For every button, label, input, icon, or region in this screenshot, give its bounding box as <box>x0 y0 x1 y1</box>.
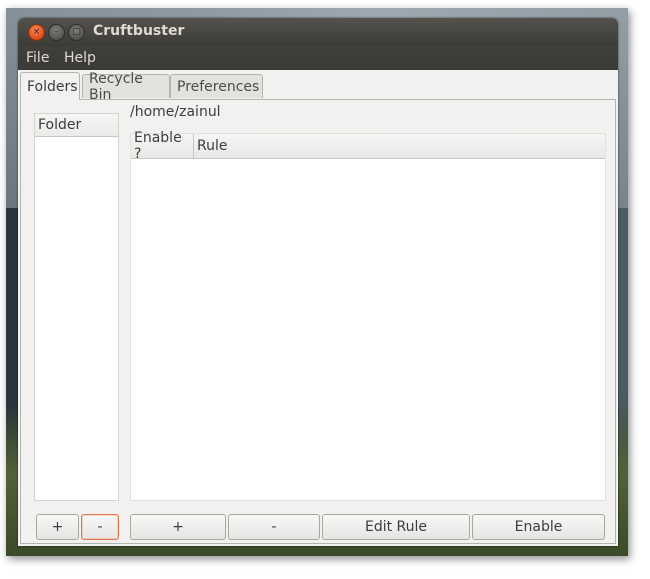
menu-file[interactable]: File <box>26 50 49 66</box>
rules-table[interactable]: Enable ? Rule <box>130 130 606 501</box>
enable-rule-button[interactable]: Enable <box>472 514 605 540</box>
rules-table-header: Enable ? Rule <box>131 130 605 162</box>
folder-list[interactable]: Folder <box>34 113 119 501</box>
minimize-window-icon[interactable]: – <box>48 24 65 41</box>
remove-rule-button[interactable]: - <box>228 514 320 540</box>
titlebar: × – □ Cruftbuster <box>18 18 618 46</box>
close-window-icon[interactable]: × <box>28 24 45 41</box>
edit-rule-button[interactable]: Edit Rule <box>322 514 470 540</box>
menu-help[interactable]: Help <box>64 50 96 66</box>
column-header-enable-label: Enable ? <box>134 130 182 162</box>
add-rule-button[interactable]: + <box>130 514 226 540</box>
column-header-rule[interactable]: Rule <box>194 134 227 158</box>
current-folder-path: /home/zainul <box>130 104 221 120</box>
folders-panel: Folder /home/zainul Enable ? Rule + - + … <box>20 99 616 544</box>
column-header-rule-label: Rule <box>197 138 228 154</box>
remove-folder-button[interactable]: - <box>81 514 119 540</box>
tab-folders[interactable]: Folders <box>20 72 80 100</box>
folder-column-header[interactable]: Folder <box>35 114 118 137</box>
tab-preferences[interactable]: Preferences <box>170 74 263 98</box>
window-title: Cruftbuster <box>93 23 185 39</box>
maximize-window-icon[interactable]: □ <box>68 24 85 41</box>
tab-recycle-bin-label: Recycle Bin <box>89 70 143 103</box>
tab-bar: Folders Recycle Bin Preferences <box>20 71 618 103</box>
menubar: File Help <box>18 46 618 70</box>
app-window: × – □ Cruftbuster File Help Folders Recy… <box>18 18 618 546</box>
tab-folders-label: Folders <box>27 78 78 95</box>
tab-preferences-label: Preferences <box>177 78 260 95</box>
add-folder-button[interactable]: + <box>36 514 79 540</box>
tab-recycle-bin[interactable]: Recycle Bin <box>82 71 170 103</box>
folder-column-header-label: Folder <box>38 117 82 133</box>
column-header-enable[interactable]: Enable ? <box>131 130 194 162</box>
